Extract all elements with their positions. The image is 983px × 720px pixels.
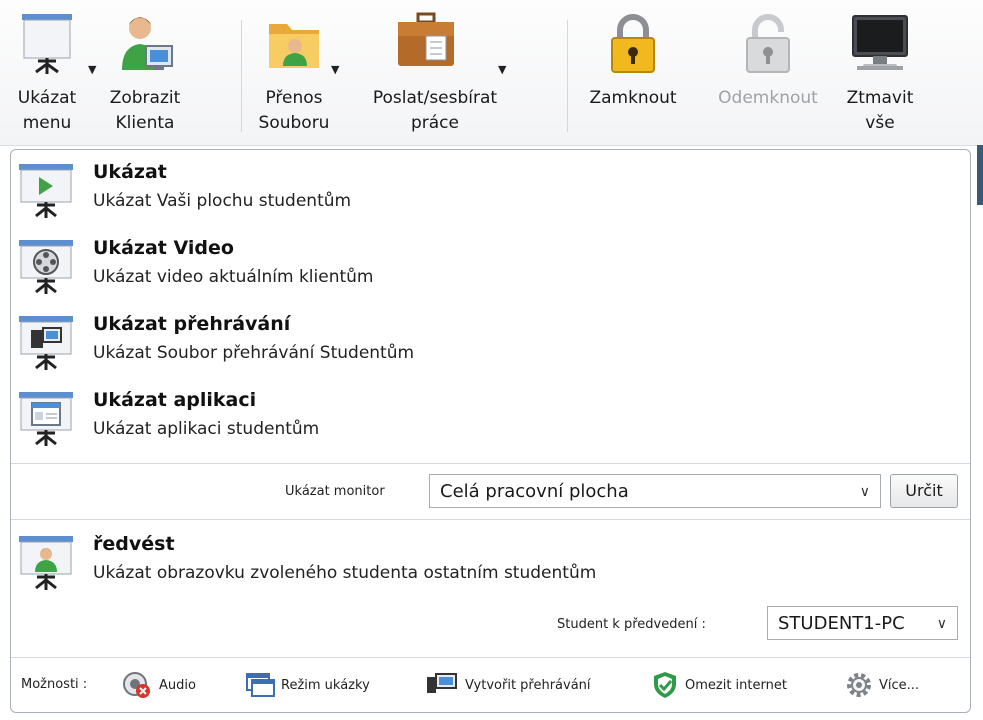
padlock-icon — [598, 8, 668, 80]
student-label: Student k předvedení : — [557, 617, 706, 632]
create-replay-option[interactable]: Vytvořit přehrávání — [425, 670, 591, 700]
student-select[interactable]: STUDENT1-PC ∨ — [767, 606, 958, 640]
presentation-screen-icon: ▼ — [12, 8, 96, 80]
lock-label: Zamknout — [589, 88, 677, 108]
options-bar: Možnosti : Audio Režim ukázky Vytvořit p… — [11, 658, 970, 712]
menu-item-title: Ukázat — [93, 161, 167, 183]
unlock-button[interactable]: Odemknout — [706, 8, 830, 138]
unlock-label: Odemknout — [718, 88, 818, 108]
presentation-mode-label: Režim ukázky — [281, 677, 370, 693]
menu-item-show-application[interactable]: Ukázat aplikaci Ukázat aplikaci studentů… — [11, 378, 970, 450]
briefcase-icon: ▼ — [390, 8, 506, 80]
gear-icon — [847, 673, 871, 697]
audio-muted-icon — [123, 672, 150, 698]
menu-item-description: Ukázat Vaši plochu studentům — [93, 191, 352, 211]
restrict-internet-option[interactable]: Omezit internet — [651, 670, 787, 700]
application-presentation-icon — [17, 390, 75, 450]
show-menu-label-1: Ukázat — [17, 88, 77, 108]
menu-item-title: ředvést — [93, 533, 175, 555]
monitor-label: Ukázat monitor — [285, 484, 385, 499]
view-client-label-1: Zobrazit — [109, 88, 181, 108]
menu-item-title: Ukázat aplikaci — [93, 389, 257, 411]
blank-all-label-2: vše — [865, 113, 895, 133]
send-collect-label-1: Poslat/sesbírat — [372, 88, 498, 108]
specify-button[interactable]: Určit — [890, 474, 958, 508]
open-padlock-icon — [733, 8, 803, 80]
menu-item-title: Ukázat přehrávání — [93, 313, 291, 335]
audio-label: Audio — [159, 677, 196, 693]
menu-item-show-replay[interactable]: Ukázat přehrávání Ukázat Soubor přehrává… — [11, 302, 970, 374]
blank-all-label-1: Ztmavit — [846, 88, 914, 108]
monitor-icon — [845, 8, 915, 80]
show-menu-button[interactable]: ▼ Ukázat menu — [4, 8, 96, 138]
window-mode-icon — [246, 673, 275, 697]
folder-user-icon: ▼ — [259, 8, 339, 80]
show-menu-label-2: menu — [22, 113, 72, 133]
menu-item-description: Ukázat Soubor přehrávání Studentům — [93, 343, 415, 363]
menu-item-title: Ukázat Video — [93, 237, 234, 259]
menu-item-exhibit[interactable]: ředvést Ukázat obrazovku zvoleného stude… — [11, 522, 970, 594]
restrict-internet-label: Omezit internet — [685, 677, 787, 693]
play-presentation-icon — [17, 162, 75, 222]
student-presentation-icon — [17, 534, 75, 594]
camera-presentation-icon — [17, 314, 75, 374]
shield-check-icon — [654, 672, 676, 698]
menu-item-description: Ukázat obrazovku zvoleného studenta osta… — [93, 563, 597, 583]
monitor-select[interactable]: Celá pracovní plocha ∨ — [429, 474, 881, 508]
more-option[interactable]: Více... — [845, 670, 919, 700]
more-label: Více... — [879, 677, 920, 693]
file-transfer-label-1: Přenos — [265, 88, 323, 108]
options-label: Možnosti : — [21, 677, 88, 692]
menu-item-show-video[interactable]: Ukázat Video Ukázat video aktuálním klie… — [11, 226, 970, 298]
show-menu-panel: Ukázat Ukázat Vaši plochu studentům Ukáz… — [10, 149, 971, 713]
toolbar-divider — [241, 20, 242, 132]
presentation-mode-option[interactable]: Režim ukázky — [245, 670, 370, 700]
view-client-button[interactable]: Zobrazit Klienta — [100, 8, 190, 138]
student-select-value: STUDENT1-PC — [778, 613, 905, 634]
file-transfer-button[interactable]: ▼ Přenos Souboru — [252, 8, 339, 138]
toolbar: ▼ Ukázat menu Zobrazit Klienta ▼ Přenos … — [0, 0, 983, 146]
create-replay-label: Vytvořit přehrávání — [465, 677, 591, 693]
user-monitor-icon — [110, 8, 180, 80]
menu-item-description: Ukázat video aktuálním klientům — [93, 267, 374, 287]
blank-all-button[interactable]: Ztmavit vše — [838, 8, 922, 138]
monitor-select-value: Celá pracovní plocha — [440, 481, 629, 502]
send-collect-button[interactable]: ▼ Poslat/sesbírat práce — [360, 8, 510, 138]
section-divider — [11, 463, 970, 464]
lock-button[interactable]: Zamknout — [578, 8, 688, 138]
film-reel-presentation-icon — [17, 238, 75, 298]
send-collect-label-2: práce — [410, 113, 459, 133]
scrollbar-thumb[interactable] — [977, 145, 983, 205]
file-transfer-label-2: Souboru — [258, 113, 330, 133]
chevron-down-icon: ∨ — [859, 484, 870, 500]
toolbar-divider — [567, 20, 568, 132]
camera-icon — [427, 673, 457, 693]
audio-option[interactable]: Audio — [121, 670, 196, 700]
chevron-down-icon: ∨ — [936, 616, 947, 632]
menu-item-show[interactable]: Ukázat Ukázat Vaši plochu studentům — [11, 150, 970, 222]
section-divider — [11, 519, 970, 520]
menu-item-description: Ukázat aplikaci studentům — [93, 419, 320, 439]
view-client-label-2: Klienta — [115, 113, 175, 133]
